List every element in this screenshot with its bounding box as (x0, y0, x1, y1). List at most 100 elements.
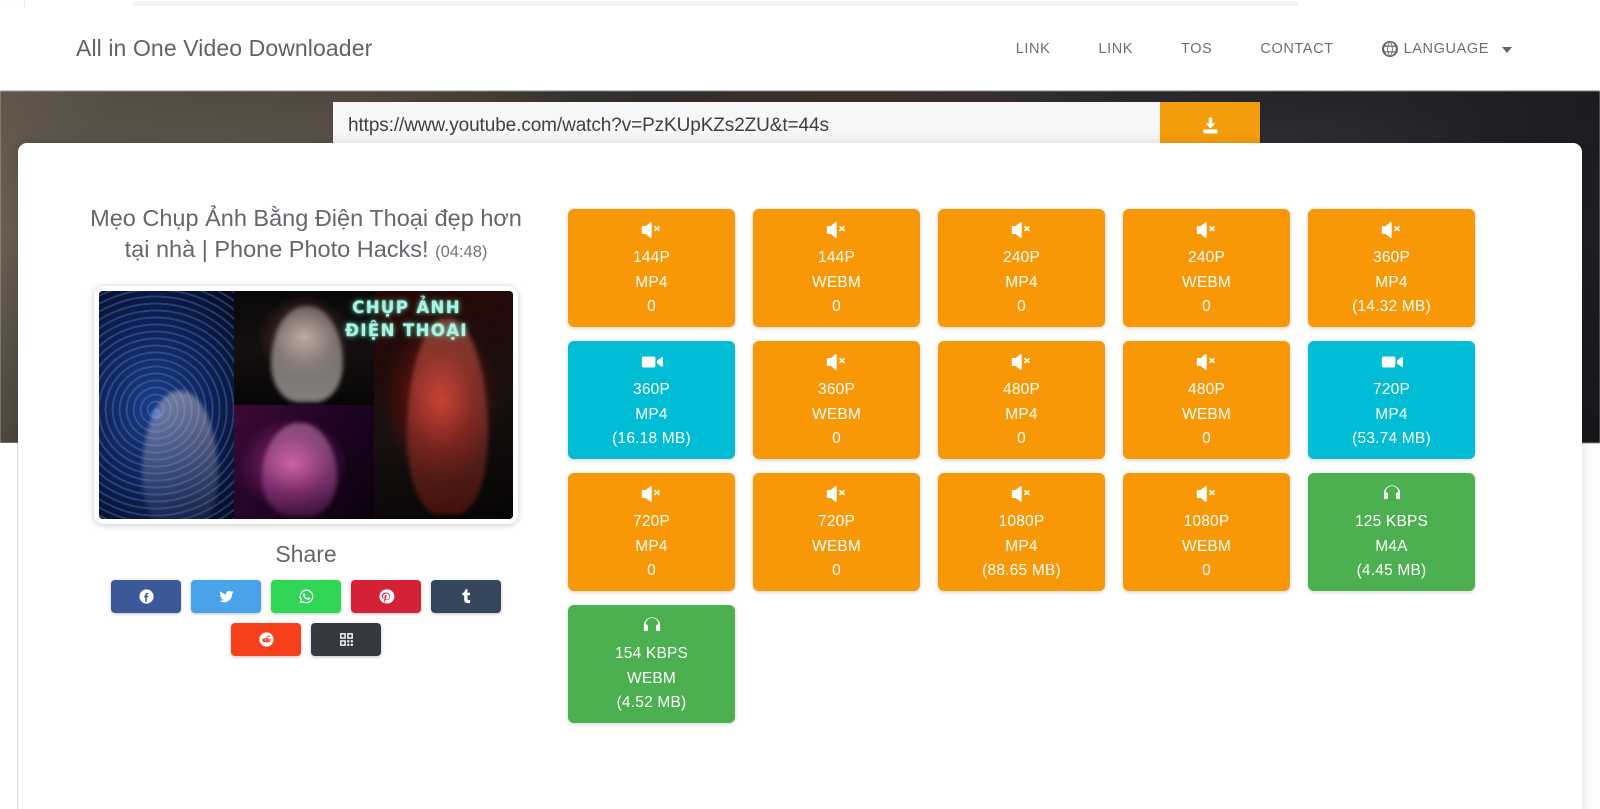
thumbnail-panel-right (373, 290, 513, 519)
format-size: (4.45 MB) (1356, 562, 1427, 580)
download-icon (1201, 116, 1220, 135)
format-size: 0 (1017, 298, 1026, 316)
language-label: LANGUAGE (1403, 40, 1489, 57)
top-scroll-strip (0, 0, 1600, 7)
volume-mute-icon (1011, 351, 1032, 372)
nav-link-2[interactable]: LINK (1074, 41, 1157, 57)
format-container: WEBM (1181, 405, 1232, 423)
format-tile[interactable]: 480P MP4 0 (938, 341, 1105, 459)
volume-mute-icon (826, 351, 847, 372)
format-tile[interactable]: 360P MP4 (14.32 MB) (1308, 209, 1475, 327)
format-tile[interactable]: 720P MP4 (53.74 MB) (1308, 341, 1475, 459)
share-pinterest-button[interactable] (351, 579, 421, 613)
volume-mute-icon (1011, 219, 1032, 240)
format-size: 0 (832, 430, 841, 448)
thumbnail-panel-top-middle (234, 290, 374, 405)
format-grid: 144P MP4 0 144P WEBM 0 240P MP4 0 240P WEBM 0 360P MP… (568, 209, 1475, 737)
share-twitter-button[interactable] (191, 579, 261, 613)
site-header: All in One Video Downloader LINK LINK TO… (0, 7, 1600, 91)
volume-mute-icon (1196, 219, 1217, 240)
format-container: MP4 (1005, 537, 1038, 555)
format-tile[interactable]: 240P MP4 0 (938, 209, 1105, 327)
format-tile[interactable]: 720P MP4 0 (568, 473, 735, 591)
format-quality: 360P (633, 381, 670, 399)
format-size: (53.74 MB) (1352, 430, 1431, 448)
headphones-icon (642, 615, 662, 636)
format-size: 0 (1017, 430, 1026, 448)
format-tile[interactable]: 720P WEBM 0 (753, 473, 920, 591)
top-strip-inner (133, 1, 1298, 6)
format-tile[interactable]: 360P WEBM 0 (753, 341, 920, 459)
volume-mute-icon (826, 219, 847, 240)
globe-icon (1381, 40, 1398, 57)
video-info-panel: Mẹo Chụp Ảnh Bằng Điện Thoại đẹp hơn tại… (80, 203, 532, 656)
format-container: MP4 (635, 273, 668, 291)
thumbnail-panel-bottom-middle (234, 404, 374, 519)
format-quality: 144P (818, 249, 855, 267)
format-container: WEBM (626, 669, 677, 687)
format-quality: 360P (818, 381, 855, 399)
format-container: WEBM (1181, 273, 1232, 291)
format-tile[interactable]: 125 KBPS M4A (4.45 MB) (1308, 473, 1475, 591)
share-reddit-button[interactable] (231, 622, 301, 656)
result-card: Mẹo Chụp Ảnh Bằng Điện Thoại đẹp hơn tại… (18, 143, 1582, 809)
share-whatsapp-button[interactable] (271, 579, 341, 613)
language-selector[interactable]: LANGUAGE (1358, 40, 1512, 57)
share-qrcode-button[interactable] (311, 622, 381, 656)
url-search-bar (333, 102, 1260, 149)
download-submit-button[interactable] (1160, 102, 1260, 149)
format-size: 0 (832, 562, 841, 580)
format-quality: 720P (818, 513, 855, 531)
format-tile[interactable]: 240P WEBM 0 (1123, 209, 1290, 327)
format-tile[interactable]: 1080P MP4 (88.65 MB) (938, 473, 1105, 591)
format-quality: 144P (633, 249, 670, 267)
format-size: 0 (647, 298, 656, 316)
volume-mute-icon (641, 219, 662, 240)
format-tile[interactable]: 1080P WEBM 0 (1123, 473, 1290, 591)
thumbnail-panel-left (99, 290, 235, 519)
format-tile[interactable]: 480P WEBM 0 (1123, 341, 1290, 459)
url-input[interactable] (333, 102, 1160, 149)
format-size: 0 (832, 298, 841, 316)
share-tumblr-button[interactable] (431, 579, 501, 613)
video-thumbnail-frame: CHỤP ẢNH ĐIỆN THOẠI (94, 285, 518, 524)
nav-contact[interactable]: CONTACT (1236, 41, 1357, 57)
share-buttons-row-2 (80, 622, 532, 656)
format-container: M4A (1375, 537, 1408, 555)
format-tile[interactable]: 144P MP4 0 (568, 209, 735, 327)
format-size: (4.52 MB) (616, 694, 687, 712)
brand-title: All in One Video Downloader (76, 35, 373, 61)
whatsapp-icon (298, 588, 315, 605)
format-size: 0 (647, 562, 656, 580)
video-thumbnail: CHỤP ẢNH ĐIỆN THOẠI (99, 290, 513, 519)
format-size: (14.32 MB) (1352, 298, 1431, 316)
format-container: WEBM (811, 537, 862, 555)
video-title: Mẹo Chụp Ảnh Bằng Điện Thoại đẹp hơn tại… (80, 203, 532, 266)
reddit-icon (258, 631, 275, 648)
video-duration: (04:48) (435, 243, 488, 262)
twitter-icon (218, 588, 235, 605)
volume-mute-icon (1011, 483, 1032, 504)
nav-tos[interactable]: TOS (1157, 41, 1236, 57)
format-container: WEBM (811, 405, 862, 423)
share-facebook-button[interactable] (111, 579, 181, 613)
format-container: MP4 (1005, 273, 1038, 291)
headphones-icon (1382, 483, 1402, 504)
main-navigation: LINK LINK TOS CONTACT LANGUAGE (992, 40, 1512, 57)
format-tile[interactable]: 360P MP4 (16.18 MB) (568, 341, 735, 459)
format-quality: 240P (1188, 249, 1225, 267)
format-quality: 1080P (998, 513, 1045, 531)
format-quality: 1080P (1183, 513, 1230, 531)
format-quality: 480P (1188, 381, 1225, 399)
top-strip-edge (0, 0, 25, 7)
tumblr-icon (458, 588, 475, 605)
nav-link-1[interactable]: LINK (992, 41, 1075, 57)
share-buttons-row-1 (80, 579, 532, 613)
volume-mute-icon (1196, 483, 1217, 504)
format-tile[interactable]: 144P WEBM 0 (753, 209, 920, 327)
volume-mute-icon (641, 483, 662, 504)
share-heading: Share (275, 540, 337, 567)
facebook-icon (138, 588, 155, 605)
format-tile[interactable]: 154 KBPS WEBM (4.52 MB) (568, 605, 735, 723)
volume-mute-icon (826, 483, 847, 504)
